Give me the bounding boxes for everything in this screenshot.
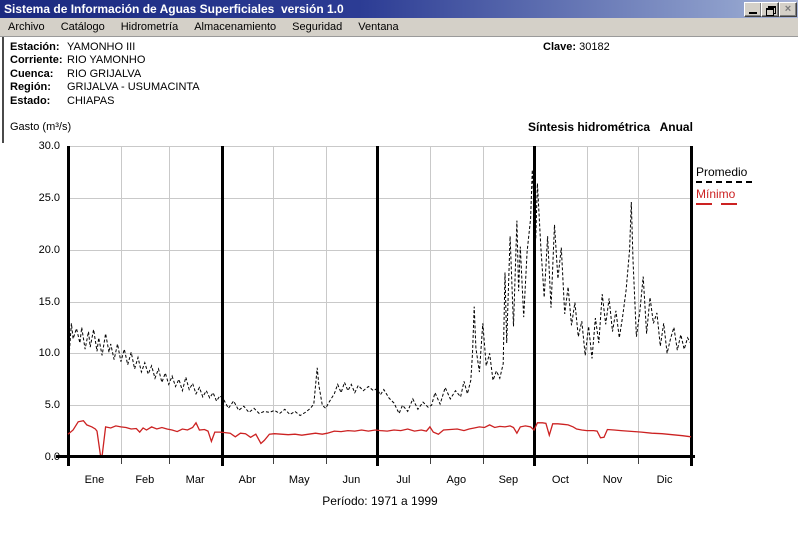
station-field-value: GRIJALVA - USUMACINTA (67, 81, 200, 94)
y-axis-title: Gasto (m³/s) (10, 121, 71, 133)
menu-item-seguridad[interactable]: Seguridad (284, 19, 350, 35)
clave-label: Clave: (543, 41, 576, 53)
chart-title: Síntesis hidrométrica Anual (528, 120, 693, 134)
restore-icon (766, 6, 775, 14)
menu-item-almacenamiento[interactable]: Almacenamiento (186, 19, 284, 35)
series-line-promedio (68, 170, 691, 416)
station-row: Corriente:RIO YAMONHO (10, 54, 200, 67)
series-line-minimo (68, 421, 691, 456)
y-tick-label: 25.0 (30, 192, 60, 204)
month-tick (587, 458, 588, 464)
station-field-value: CHIAPAS (67, 95, 114, 108)
close-button[interactable]: × (779, 2, 797, 17)
legend-item-minimo: Mínimo (696, 187, 752, 205)
minimize-icon (749, 12, 757, 14)
station-row: Región:GRIJALVA - USUMACINTA (10, 81, 200, 94)
x-axis-line (56, 455, 695, 458)
y-tick-label: 5.0 (30, 399, 60, 411)
station-field-label: Región: (10, 81, 67, 94)
month-tick (638, 458, 639, 464)
station-clave: Clave: 30182 (543, 41, 610, 53)
period-note: Período: 1971 a 1999 (260, 494, 500, 508)
x-month-label: Mar (175, 474, 215, 486)
restore-button[interactable] (761, 2, 779, 17)
menu-bar: ArchivoCatálogoHidrometríaAlmacenamiento… (0, 18, 798, 37)
x-month-label: Sep (488, 474, 528, 486)
menu-item-hidrometria[interactable]: Hidrometría (113, 19, 186, 35)
month-tick (430, 458, 431, 464)
station-field-label: Estación: (10, 41, 67, 54)
legend-line-swatch-promedio (696, 181, 752, 183)
station-field-label: Corriente: (10, 54, 67, 67)
menu-item-archivo[interactable]: Archivo (0, 19, 53, 35)
x-month-label: Feb (125, 474, 165, 486)
window-title: Sistema de Información de Aguas Superfic… (0, 2, 344, 16)
month-tick (273, 458, 274, 464)
y-tick-label: 30.0 (30, 140, 60, 152)
month-tick (483, 458, 484, 464)
x-month-label: Oct (540, 474, 580, 486)
y-tick-label: 15.0 (30, 296, 60, 308)
x-month-label: Jun (331, 474, 371, 486)
station-field-label: Cuenca: (10, 68, 67, 81)
station-field-label: Estado: (10, 95, 67, 108)
legend-item-promedio: Promedio (696, 165, 752, 183)
x-month-label: May (279, 474, 319, 486)
title-bar: Sistema de Información de Aguas Superfic… (0, 0, 798, 18)
station-row: Cuenca:RIO GRIJALVA (10, 68, 200, 81)
legend-label: Mínimo (696, 187, 752, 201)
y-tick-label: 10.0 (30, 347, 60, 359)
minimize-button[interactable] (744, 2, 762, 17)
legend-label: Promedio (696, 165, 752, 179)
station-row: Estación:YAMONHO III (10, 41, 200, 54)
station-field-value: YAMONHO III (67, 41, 135, 54)
chart-legend: Promedio Mínimo (696, 165, 752, 209)
legend-line-swatch-minimo (696, 203, 744, 205)
chart-plot (68, 146, 691, 457)
x-month-label: Ago (436, 474, 476, 486)
y-tick-label: 20.0 (30, 244, 60, 256)
station-info: Estación:YAMONHO IIICorriente:RIO YAMONH… (10, 41, 200, 108)
station-field-value: RIO YAMONHO (67, 54, 145, 67)
month-tick (169, 458, 170, 464)
x-month-label: Jul (383, 474, 423, 486)
station-row: Estado:CHIAPAS (10, 95, 200, 108)
menu-item-catalogo[interactable]: Catálogo (53, 19, 113, 35)
clave-value: 30182 (579, 41, 610, 53)
close-icon: × (785, 4, 791, 15)
x-month-label: Ene (74, 474, 114, 486)
menu-item-ventana[interactable]: Ventana (350, 19, 406, 35)
station-field-value: RIO GRIJALVA (67, 68, 141, 81)
x-month-label: Nov (592, 474, 632, 486)
month-tick (326, 458, 327, 464)
x-month-label: Abr (227, 474, 267, 486)
month-tick (121, 458, 122, 464)
x-month-label: Dic (645, 474, 685, 486)
app-window: Sistema de Información de Aguas Superfic… (0, 0, 798, 543)
mdi-frame-edge (2, 37, 4, 143)
